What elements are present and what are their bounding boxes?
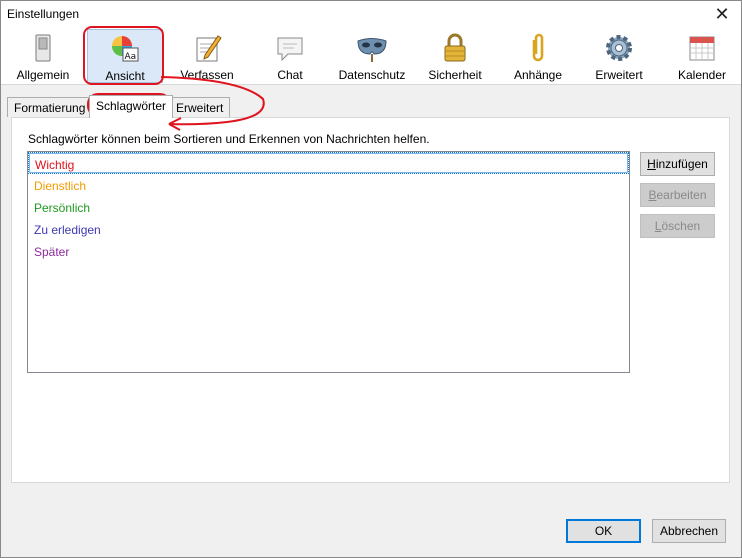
preferences-window: Einstellungen ✕ Allgemein Aa Ansicht Ver… [0, 0, 742, 558]
paperclip-icon [532, 33, 544, 62]
add-tag-button[interactable]: Hinzufügen [640, 152, 715, 176]
toolbar-item-datenschutz[interactable]: Datenschutz [334, 29, 410, 83]
toolbar-label: Anhänge [513, 68, 563, 82]
ok-button[interactable]: OK [566, 519, 641, 543]
calendar-icon [689, 36, 715, 61]
toolbar-item-kalender[interactable]: Kalender [664, 29, 740, 83]
toolbar-label: Kalender [677, 68, 727, 82]
tab-schlagwoerter[interactable]: Schlagwörter [89, 95, 174, 118]
tab-formatierung[interactable]: Formatierung [7, 97, 93, 117]
toolbar-item-ansicht[interactable]: Aa Ansicht [87, 29, 163, 83]
tags-panel: Schlagwörter können beim Sortieren und E… [11, 117, 730, 483]
toolbar-label: Erweitert [595, 68, 643, 82]
tag-list[interactable]: Wichtig Dienstlich Persönlich Zu erledig… [27, 151, 630, 373]
toolbar-item-verfassen[interactable]: Verfassen [169, 29, 245, 83]
toolbar-label: Allgemein [16, 68, 70, 82]
compose-pencil-icon [196, 35, 222, 62]
tag-item-zu-erledigen[interactable]: Zu erledigen [29, 219, 628, 239]
button-label-rest: öschen [661, 219, 701, 233]
gear-icon [606, 35, 632, 61]
tag-item-dienstlich[interactable]: Dienstlich [29, 175, 628, 195]
button-label-rest: inzufügen [655, 157, 708, 171]
toolbar-label: Sicherheit [428, 68, 482, 82]
window-title: Einstellungen [7, 7, 80, 21]
toolbar-label: Chat [277, 68, 303, 82]
tab-erweitert[interactable]: Erweitert [169, 97, 231, 117]
toolbar-label: Ansicht [105, 69, 145, 83]
tag-item-wichtig[interactable]: Wichtig [28, 152, 629, 174]
close-icon[interactable]: ✕ [711, 3, 733, 25]
toolbar-item-erweitert[interactable]: Erweitert [581, 29, 657, 83]
tag-item-persoenlich[interactable]: Persönlich [29, 197, 628, 217]
button-label-rest: earbeiten [656, 188, 707, 202]
toolbar-item-chat[interactable]: Chat [252, 29, 328, 83]
tag-item-spaeter[interactable]: Später [29, 241, 628, 261]
toolbar-label: Verfassen [180, 68, 234, 82]
toolbar-item-allgemein[interactable]: Allgemein [5, 29, 81, 83]
tags-description: Schlagwörter können beim Sortieren und E… [28, 132, 430, 146]
mask-icon [357, 38, 387, 62]
edit-tag-button[interactable]: Bearbeiten [640, 183, 715, 207]
cancel-button[interactable]: Abbrechen [652, 519, 726, 543]
accesskey: H [647, 157, 656, 171]
category-toolbar: Allgemein Aa Ansicht Verfassen Chat Date… [1, 27, 741, 85]
toolbar-label: Datenschutz [338, 68, 406, 82]
svg-text:Aa: Aa [125, 52, 137, 62]
palette-font-icon: Aa [112, 36, 139, 62]
padlock-icon [444, 33, 466, 62]
title-bar: Einstellungen ✕ [1, 1, 741, 27]
switch-icon [35, 34, 51, 62]
delete-tag-button[interactable]: Löschen [640, 214, 715, 238]
toolbar-item-sicherheit[interactable]: Sicherheit [417, 29, 493, 83]
chat-bubble-icon [277, 37, 303, 62]
toolbar-item-anhaenge[interactable]: Anhänge [500, 29, 576, 83]
